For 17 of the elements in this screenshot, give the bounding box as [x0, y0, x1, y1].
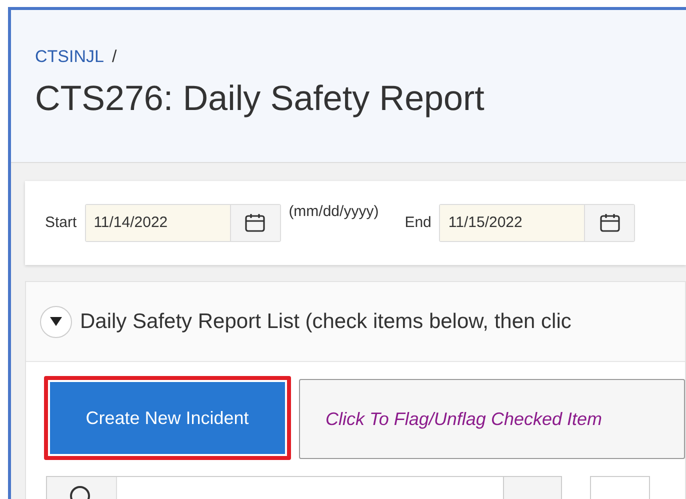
flag-button[interactable]: Click To Flag/Unflag Checked Item — [298, 379, 685, 459]
collapse-toggle[interactable] — [40, 306, 72, 338]
page-title: CTS276: Daily Safety Report — [35, 78, 486, 120]
date-field[interactable]: 11/14/2022 — [84, 204, 281, 242]
create-button[interactable]: Create New Incident — [44, 376, 291, 460]
calendar-icon — [598, 212, 621, 234]
caret-down-icon — [50, 316, 62, 326]
date-field[interactable]: 11/15/2022 — [439, 204, 636, 242]
calendar-button[interactable] — [230, 205, 280, 241]
date-format-hint: (mm/dd/yyyy) — [288, 202, 379, 222]
date-label: End — [404, 212, 432, 233]
region-title: Daily Safety Report List (check items below, then clic — [80, 308, 572, 335]
date-label: Start — [45, 212, 77, 233]
breadcrumb-separator: / — [112, 47, 117, 66]
calendar-icon — [244, 212, 266, 234]
breadcrumb-link[interactable]: CTSINJL — [35, 47, 104, 66]
calendar-button[interactable] — [584, 205, 634, 241]
